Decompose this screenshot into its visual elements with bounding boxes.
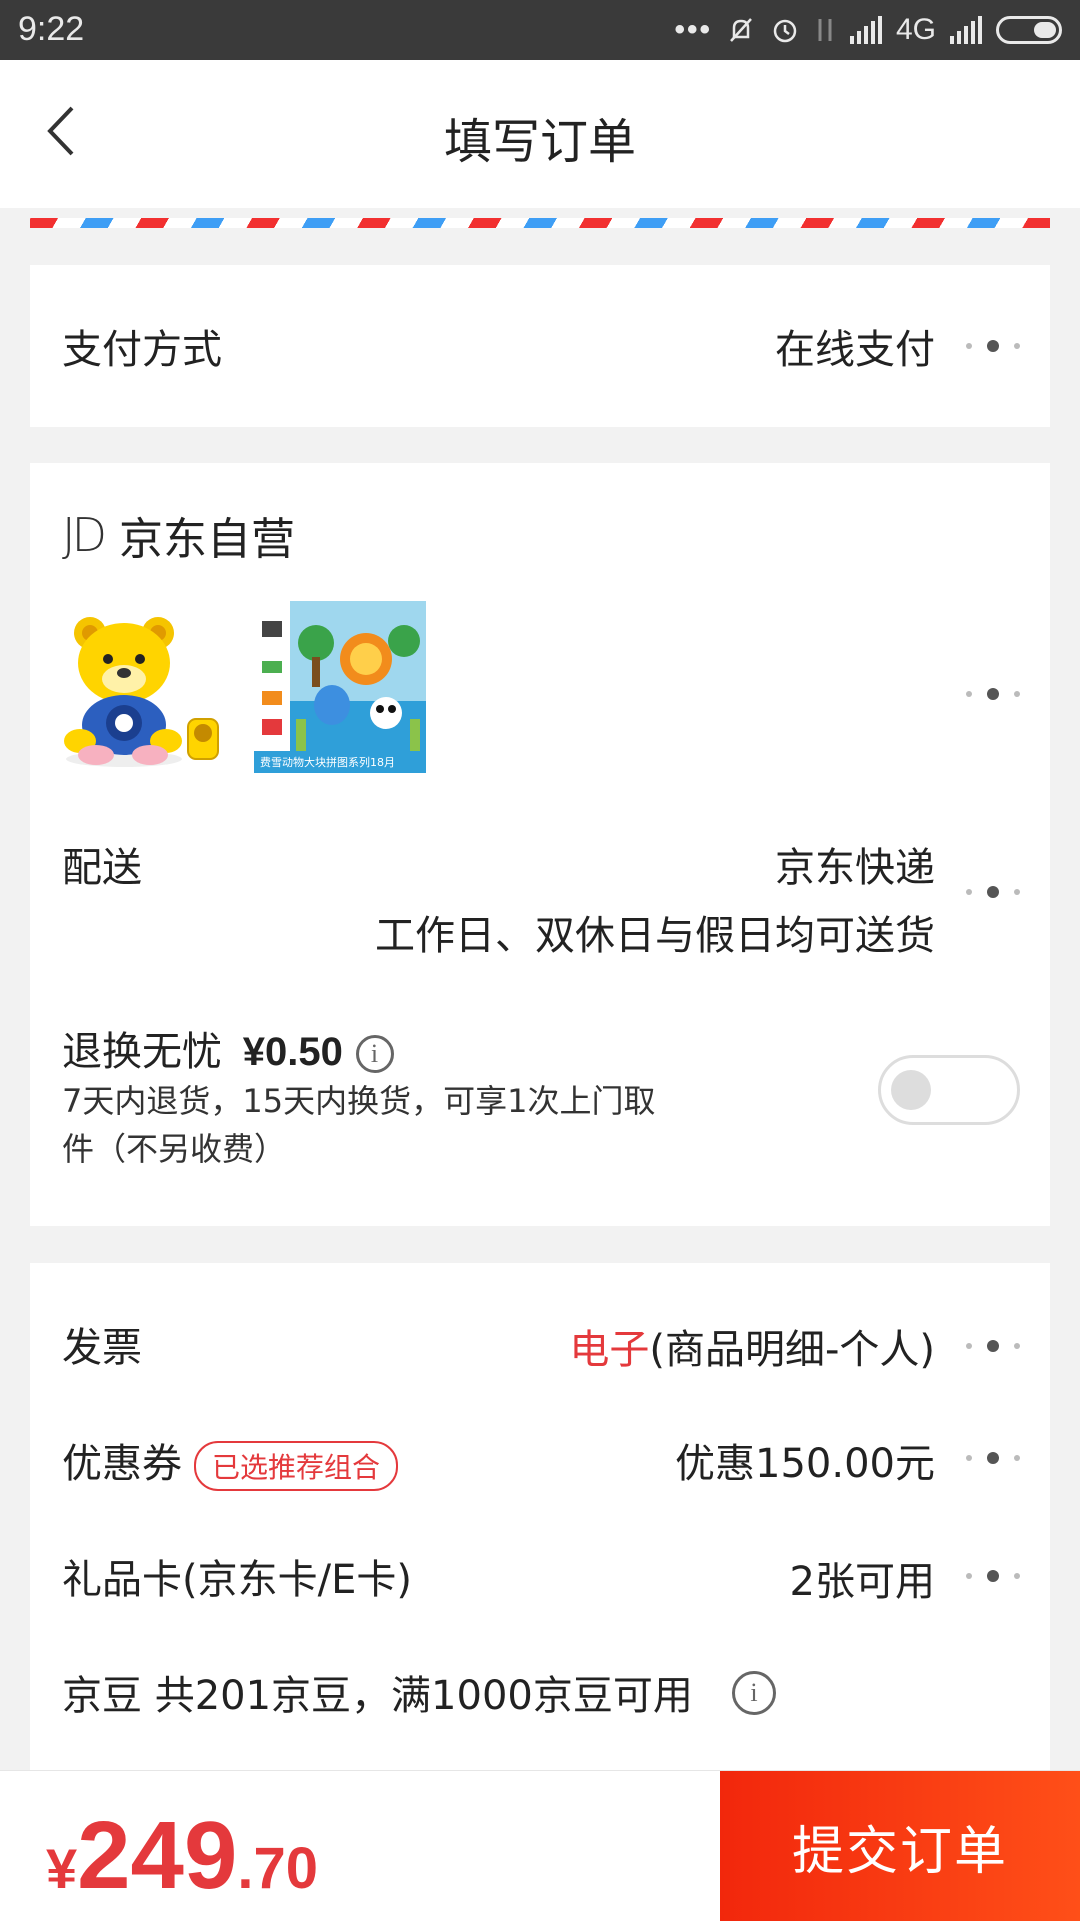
puzzle-box-caption: 费雪动物大块拼图系列18月 <box>260 755 395 769</box>
more-dots-icon <box>966 339 1020 353</box>
title-bar: 填写订单 <box>0 60 1080 208</box>
return-service-desc: 7天内退货，15天内换货，可享1次上门取 件（不另收费） <box>62 1077 762 1173</box>
more-dots-icon <box>966 1451 1020 1465</box>
return-service-label: 退换无忧 <box>62 1029 222 1075</box>
price-currency: ¥ <box>46 1837 78 1900</box>
delivery-carrier: 京东快递 <box>775 845 935 891</box>
price-integer: 249 <box>77 1802 238 1909</box>
jd-logo: JD <box>62 508 107 562</box>
status-icons: ••• 4G <box>674 10 1062 50</box>
coupon-tag: 已选推荐组合 <box>194 1441 399 1491</box>
submit-order-button[interactable]: 提交订单 <box>720 1771 1080 1921</box>
payment-method-label: 支付方式 <box>62 327 222 373</box>
status-time: 9:22 <box>18 10 85 48</box>
yellow-bear-toy-image <box>64 617 219 767</box>
invoice-detail: (商品明细-个人) <box>649 1327 935 1373</box>
page-title: 填写订单 <box>443 114 636 170</box>
more-dots-icon <box>966 885 1020 899</box>
more-dots-icon <box>966 687 1020 701</box>
network-type: 4G <box>895 13 936 46</box>
mute-bell-icon <box>730 18 752 42</box>
battery-icon <box>996 16 1062 44</box>
signal-icon-2 <box>950 16 982 44</box>
invoice-label: 发票 <box>62 1325 142 1371</box>
alarm-icon <box>773 19 797 43</box>
signal-icon <box>849 16 882 44</box>
shop-name: 京东自营 <box>119 514 295 565</box>
return-service-toggle[interactable] <box>878 1055 1020 1125</box>
more-notifications-icon: ••• <box>674 13 712 46</box>
status-bar: 9:22 ••• 4G <box>0 0 1080 60</box>
airmail-stripe <box>30 218 1050 228</box>
info-icon[interactable]: i <box>732 1671 776 1715</box>
shop-header: JD 京东自营 <box>62 503 295 567</box>
order-options-card: 发票 电子(商品明细-个人) 优惠券 已选推荐组合 优惠150.00元 礼品卡(京… <box>30 1263 1050 1783</box>
more-dots-icon <box>966 1569 1020 1583</box>
return-service-title: 退换无忧 ¥0.50 i <box>62 1019 394 1077</box>
shop-card: JD 京东自营 费雪动物大块拼图系列18月 配送 京东快递 工作日、双休日与假日… <box>30 463 1050 1226</box>
return-service-price: ¥0.50 <box>242 1030 343 1074</box>
coupon-label-group: 优惠券 已选推荐组合 <box>62 1431 399 1491</box>
return-service-desc-line2: 件（不另收费） <box>62 1130 287 1168</box>
invoice-value: 电子(商品明细-个人) <box>569 1317 935 1375</box>
invoice-type: 电子 <box>569 1327 650 1373</box>
coupon-label: 优惠券 <box>62 1441 182 1487</box>
return-service-desc-line1: 7天内退货，15天内换货，可享1次上门取 <box>62 1082 656 1120</box>
payment-method-value: 在线支付 <box>775 327 935 373</box>
payment-method-row[interactable]: 支付方式 在线支付 <box>30 265 1050 427</box>
info-icon[interactable]: i <box>355 1035 394 1073</box>
jingdou-label: 京豆 共201京豆，满1000京豆可用 <box>62 1673 693 1719</box>
total-price: ¥249.70 <box>46 1801 318 1911</box>
delivery-label: 配送 <box>62 845 142 891</box>
more-dots-icon <box>966 1339 1020 1353</box>
gift-card-value: 2张可用 <box>789 1559 935 1605</box>
delivery-schedule: 工作日、双休日与假日均可送货 <box>375 913 935 959</box>
gift-card-label: 礼品卡(京东卡/E卡) <box>62 1557 412 1603</box>
coupon-value: 优惠150.00元 <box>675 1441 935 1487</box>
data-transfer-icon <box>818 19 832 41</box>
price-decimal: .70 <box>237 1836 318 1901</box>
bottom-bar: ¥249.70 提交订单 <box>0 1770 1080 1921</box>
animal-puzzle-box-image: 费雪动物大块拼图系列18月 <box>254 601 426 773</box>
